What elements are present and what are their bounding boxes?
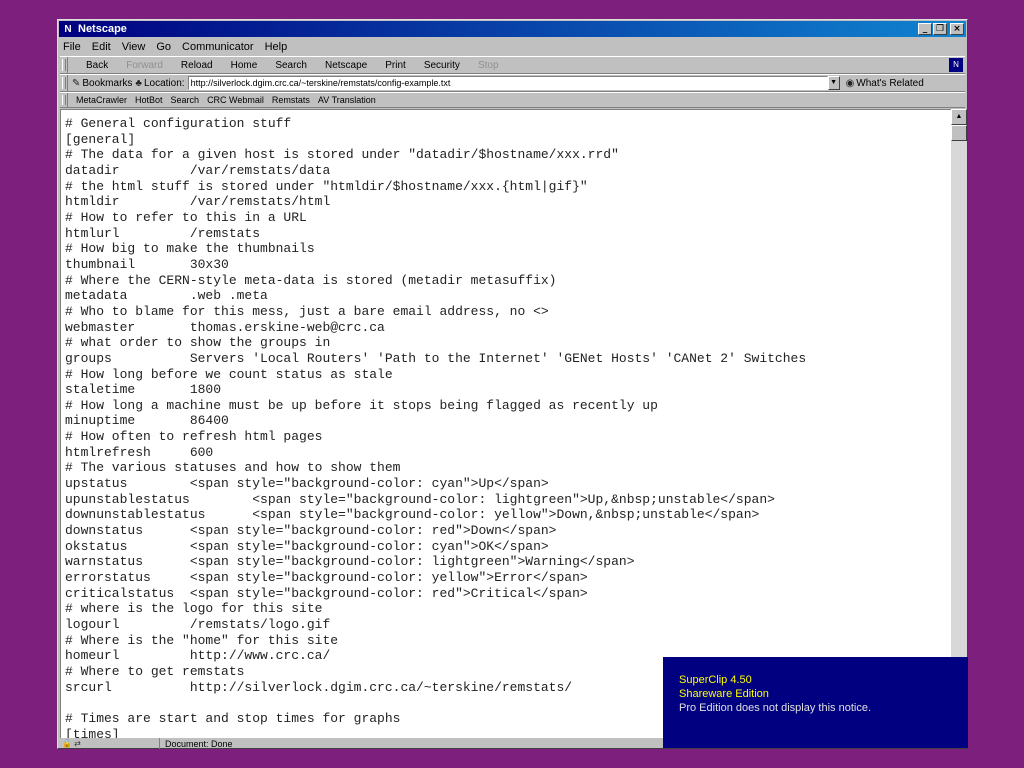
- bookmark-search[interactable]: Search: [167, 95, 204, 105]
- config-line: downunstablestatus <span style="backgrou…: [65, 507, 760, 523]
- config-line: groups Servers 'Local Routers' 'Path to …: [65, 350, 807, 366]
- config-line: homeurl http://www.crc.ca/: [65, 648, 331, 664]
- window-title: Netscape: [78, 23, 127, 35]
- menu-file[interactable]: File: [63, 41, 81, 53]
- config-line: # The data for a given host is stored un…: [65, 147, 619, 163]
- bookmarks-icon: ✎: [72, 77, 81, 89]
- config-line: htmldir /var/remstats/html: [65, 194, 331, 210]
- stop-button: Stop: [477, 59, 499, 71]
- netscape-button[interactable]: Netscape: [316, 60, 376, 71]
- config-line: thumbnail 30x30: [65, 256, 229, 272]
- config-line: warnstatus <span style="background-color…: [65, 554, 635, 570]
- config-line: # How long a machine must be up before i…: [65, 397, 658, 413]
- personal-grip[interactable]: [60, 93, 68, 107]
- close-button[interactable]: ×: [950, 23, 964, 35]
- security-lock-icon[interactable]: 🔓 ⇄: [60, 738, 160, 749]
- location-label: Location:: [143, 77, 185, 89]
- bookmark-remstats[interactable]: Remstats: [268, 95, 314, 105]
- scroll-thumb[interactable]: [951, 125, 967, 141]
- security-button[interactable]: Security: [415, 60, 469, 71]
- url-input[interactable]: http://silverlock.dgim.crc.ca/~terskine/…: [187, 76, 828, 90]
- config-line: webmaster thomas.erskine-web@crc.ca: [65, 319, 385, 335]
- location-toolbar: ✎ Bookmarks ♣ Location: http://silverloc…: [60, 74, 965, 92]
- menu-view[interactable]: View: [122, 41, 146, 53]
- config-line: staletime 1800: [65, 382, 222, 398]
- config-line: # How often to refresh html pages: [65, 429, 323, 445]
- menu-go[interactable]: Go: [156, 41, 171, 53]
- config-line: criticalstatus <span style="background-c…: [65, 585, 588, 601]
- config-line: # How to refer to this in a URL: [65, 209, 307, 225]
- config-line: # How long before we count status as sta…: [65, 366, 393, 382]
- vertical-scrollbar[interactable]: ▲: [951, 109, 967, 738]
- config-line: datadir /var/remstats/data: [65, 162, 331, 178]
- superclip-pro-notice: Pro Edition does not display this notice…: [679, 702, 872, 714]
- menu-edit[interactable]: Edit: [92, 41, 111, 53]
- page-proxy-icon[interactable]: ♣: [135, 78, 142, 89]
- reload-button[interactable]: Reload: [172, 60, 222, 71]
- print-button[interactable]: Print: [376, 60, 415, 71]
- config-line: okstatus <span style="background-color: …: [65, 538, 549, 554]
- config-line: # Who to blame for this mess, just a bar…: [65, 303, 549, 319]
- config-line: # Times are start and stop times for gra…: [65, 710, 401, 726]
- config-line: upunstablestatus <span style="background…: [65, 491, 775, 507]
- bookmarks-button[interactable]: Bookmarks: [82, 78, 132, 89]
- config-line: # what order to show the groups in: [65, 335, 331, 351]
- netscape-logo-icon[interactable]: N: [949, 58, 963, 72]
- bookmark-av-translation[interactable]: AV Translation: [314, 95, 380, 105]
- menu-communicator[interactable]: Communicator: [182, 41, 254, 53]
- toolbar-grip[interactable]: [60, 57, 68, 73]
- title-bar[interactable]: N Netscape _ ❐ ×: [59, 21, 966, 37]
- config-line: # General configuration stuff: [65, 116, 292, 131]
- search-button[interactable]: Search: [266, 60, 316, 71]
- restore-button[interactable]: ❐: [933, 23, 947, 35]
- superclip-version: SuperClip 4.50: [679, 674, 752, 686]
- scroll-up-icon[interactable]: ▲: [951, 109, 967, 125]
- config-line: # Where to get remstats: [65, 663, 245, 679]
- navigation-toolbar: Back Forward Reload Home Search Netscape…: [60, 56, 965, 74]
- forward-button: Forward: [126, 59, 163, 71]
- config-line: # The various statuses and how to show t…: [65, 460, 401, 476]
- whats-related-icon: ◉: [845, 77, 855, 89]
- whats-related-button[interactable]: What's Related: [856, 78, 924, 89]
- netscape-app-icon: N: [64, 23, 72, 35]
- home-button[interactable]: Home: [222, 60, 267, 71]
- location-grip[interactable]: [60, 75, 68, 91]
- config-line: htmlurl /remstats: [65, 225, 261, 241]
- url-dropdown-icon[interactable]: ▼: [827, 76, 840, 90]
- status-text: Document: Done: [165, 738, 233, 749]
- config-line: # where is the logo for this site: [65, 601, 323, 617]
- superclip-edition: Shareware Edition: [679, 688, 769, 700]
- menu-help[interactable]: Help: [265, 41, 288, 53]
- menu-bar: File Edit View Go Communicator Help: [60, 38, 965, 56]
- config-line: # the html stuff is stored under "htmldi…: [65, 178, 588, 194]
- config-text: # General configuration stuff [general] …: [61, 110, 951, 738]
- config-line: [times]: [65, 726, 120, 738]
- config-line: upstatus <span style="background-color: …: [65, 476, 549, 492]
- config-line: # How big to make the thumbnails: [65, 241, 315, 257]
- config-line: htmlrefresh 600: [65, 444, 214, 460]
- config-line: minuptime 86400: [65, 413, 229, 429]
- page-content: # General configuration stuff [general] …: [60, 109, 951, 738]
- back-button[interactable]: Back: [72, 60, 117, 71]
- config-line: logourl /remstats/logo.gif: [65, 617, 331, 632]
- personal-toolbar: MetaCrawler HotBot Search CRC Webmail Re…: [60, 92, 965, 108]
- bookmark-hotbot[interactable]: HotBot: [131, 95, 167, 105]
- config-line: metadata .web .meta: [65, 288, 268, 304]
- bookmark-metacrawler[interactable]: MetaCrawler: [72, 95, 131, 105]
- config-line: srcurl http://silverlock.dgim.crc.ca/~te…: [65, 679, 573, 695]
- config-line: # Where is the "home" for this site: [65, 632, 339, 648]
- config-line: [general]: [65, 131, 136, 147]
- config-line: # Where the CERN-style meta-data is stor…: [65, 272, 557, 288]
- minimize-button[interactable]: _: [918, 23, 932, 35]
- browser-window: N Netscape _ ❐ × File Edit View Go Commu…: [57, 19, 968, 749]
- config-line: errorstatus <span style="background-colo…: [65, 570, 588, 586]
- bookmark-crc-webmail[interactable]: CRC Webmail: [203, 95, 268, 105]
- config-line: downstatus <span style="background-color…: [65, 523, 557, 539]
- superclip-notice: SuperClip 4.50 Shareware Edition Pro Edi…: [663, 657, 968, 748]
